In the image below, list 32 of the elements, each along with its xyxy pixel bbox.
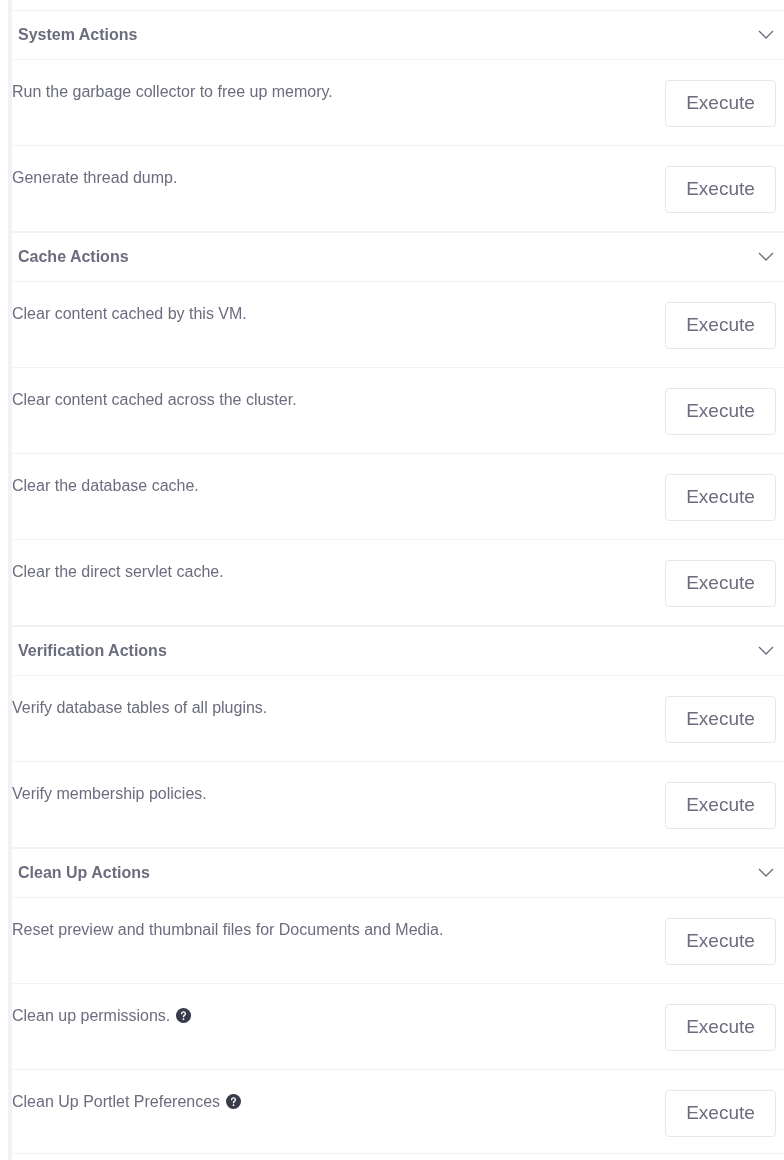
execute-button[interactable]: Execute: [665, 560, 776, 607]
action-description: Run the garbage collector to free up memory.: [12, 82, 333, 102]
execute-button[interactable]: Execute: [665, 696, 776, 743]
chevron-icon[interactable]: [758, 868, 774, 878]
execute-button[interactable]: Execute: [665, 1090, 776, 1137]
execute-button[interactable]: Execute: [665, 474, 776, 521]
execute-button[interactable]: Execute: [665, 80, 776, 127]
action-description: Clear the direct servlet cache.: [12, 562, 224, 582]
help-icon[interactable]: [176, 1008, 192, 1023]
action-description: Clear content cached by this VM.: [12, 304, 247, 324]
action-description: Verify membership policies.: [12, 784, 207, 804]
execute-button[interactable]: Execute: [665, 388, 776, 435]
action-description: Clear the database cache.: [12, 476, 199, 496]
action-description: Clear content cached across the cluster.: [12, 390, 297, 410]
chevron-icon[interactable]: [758, 30, 774, 40]
section-title: Verification Actions: [18, 641, 167, 661]
action-description: Verify database tables of all plugins.: [12, 698, 268, 718]
execute-button[interactable]: Execute: [665, 1004, 776, 1051]
section-title: Cache Actions: [18, 247, 129, 267]
section-title: System Actions: [18, 25, 138, 45]
execute-button[interactable]: Execute: [665, 782, 776, 829]
chevron-icon[interactable]: [758, 252, 774, 262]
chevron-icon[interactable]: [758, 646, 774, 656]
execute-button[interactable]: Execute: [665, 302, 776, 349]
section-title: Clean Up Actions: [18, 863, 150, 883]
execute-button[interactable]: Execute: [665, 918, 776, 965]
action-description: Clean Up Portlet Preferences: [12, 1070, 242, 1114]
help-icon[interactable]: [226, 1094, 242, 1109]
action-description: Clean up permissions.: [12, 984, 192, 1028]
action-description: Generate thread dump.: [12, 168, 178, 188]
execute-button[interactable]: Execute: [665, 166, 776, 213]
action-description: Reset preview and thumbnail files for Documents and Media.: [12, 920, 444, 940]
